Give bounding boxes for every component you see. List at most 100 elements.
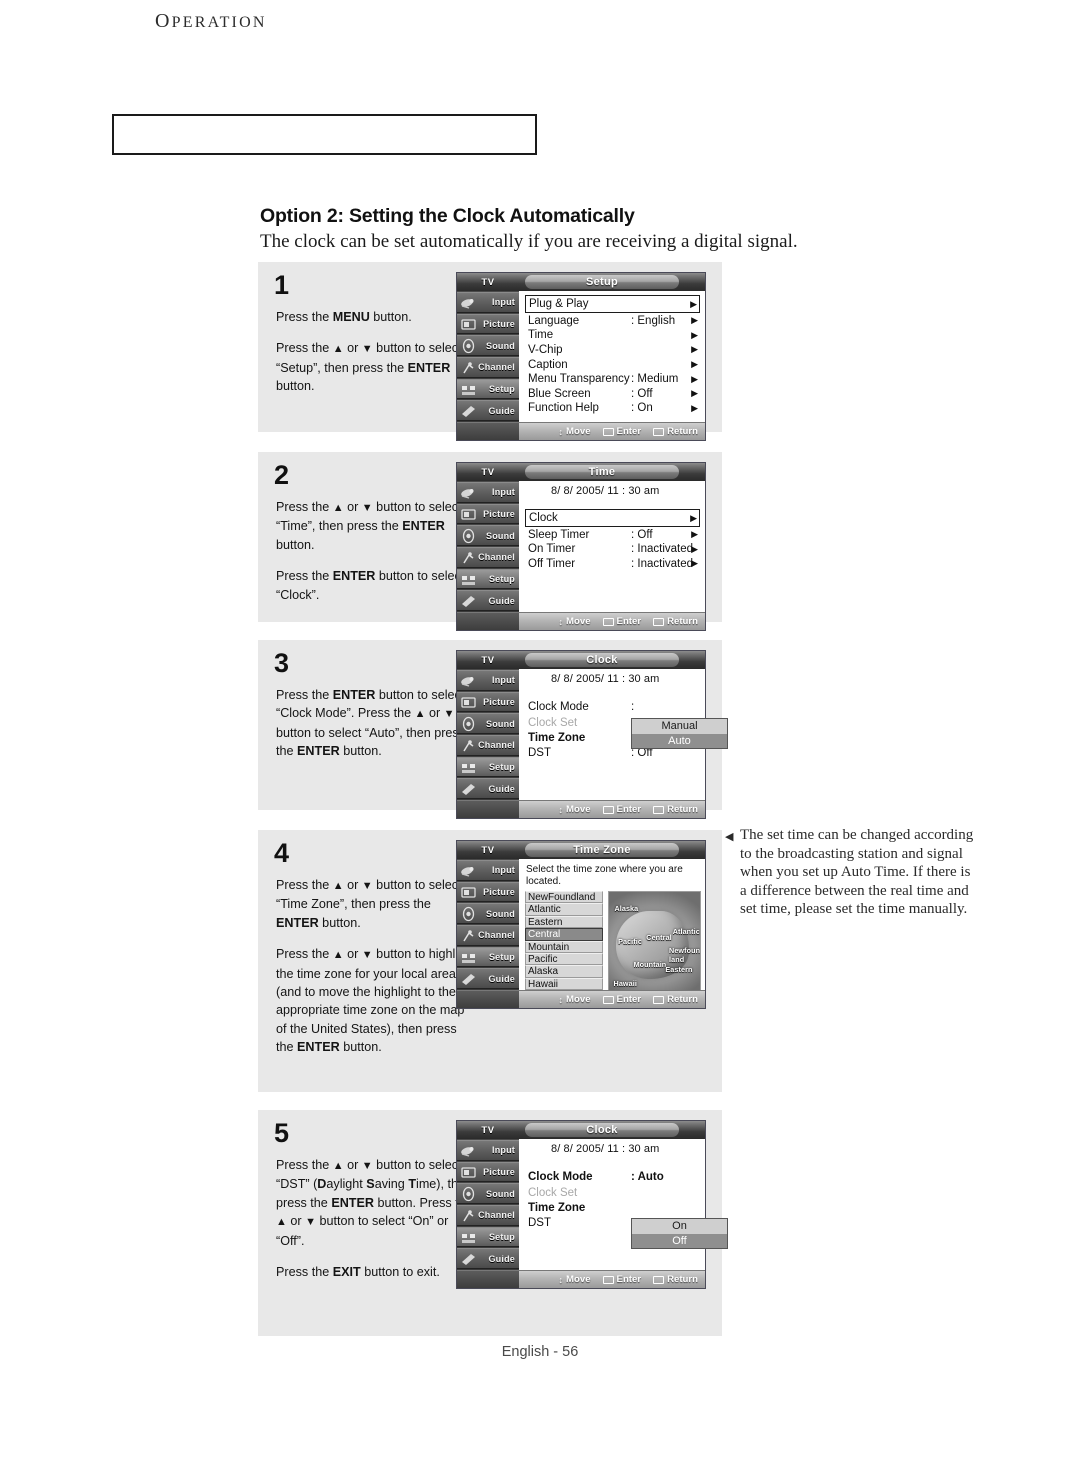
picture-icon: [461, 319, 476, 330]
menu-item-function-help[interactable]: Function Help : On ▶: [525, 401, 700, 416]
sidebar-item-sound[interactable]: Sound: [457, 1183, 519, 1204]
sidebar-item-setup[interactable]: Setup: [457, 568, 519, 590]
osd-title-pill: Time Zone: [525, 843, 679, 857]
dst-dropdown[interactable]: On Off: [631, 1218, 728, 1249]
sidebar-item-input[interactable]: Input: [457, 670, 519, 691]
chevron-right-icon: ▶: [691, 373, 698, 384]
menu-item-on-timer[interactable]: On Timer : Inactivated ▶: [525, 542, 700, 557]
timezone-option-hawaii[interactable]: Hawaii: [525, 977, 603, 991]
menu-item-menu-transparency[interactable]: Menu Transparency : Medium ▶: [525, 372, 700, 387]
timezone-option-mountain[interactable]: Mountain: [525, 940, 603, 953]
osd-footer: ↕ Move Enter Return: [457, 1270, 705, 1289]
timezone-option-eastern[interactable]: Eastern: [525, 915, 603, 929]
dropdown-option-on[interactable]: On: [632, 1219, 727, 1234]
sidebar-item-channel[interactable]: Channel: [457, 1205, 519, 1226]
timezone-option-alaska[interactable]: Alaska: [525, 965, 603, 978]
menu-item-caption[interactable]: Caption ▶: [525, 357, 700, 372]
chevron-right-icon: ▶: [691, 359, 698, 370]
osd-sidebar: Input Picture Sound Channel Setup Guide: [457, 481, 519, 613]
sidebar-item-channel[interactable]: Channel: [457, 357, 519, 378]
timezone-map: Alaska Pacific Central Atlantic Newfound…: [608, 891, 701, 996]
dropdown-option-manual[interactable]: Manual: [632, 719, 727, 734]
sidebar-item-sound[interactable]: Sound: [457, 335, 519, 356]
timezone-option-newfoundland[interactable]: NewFoundland: [525, 891, 603, 904]
menu-item-clock[interactable]: Clock ▶: [525, 509, 700, 527]
menu-item-label: Function Help: [528, 402, 599, 415]
sidebar-item-input[interactable]: Input: [457, 482, 519, 503]
input-icon: [461, 1147, 474, 1157]
map-label-central: Central: [646, 933, 672, 943]
osd-titlebar: TV Time: [457, 463, 705, 481]
timezone-option-atlantic[interactable]: Atlantic: [525, 903, 603, 916]
osd-time-menu[interactable]: TV Time Input Picture Sound Channel Setu…: [456, 462, 706, 632]
menu-item-clock-mode[interactable]: Clock Mode : Auto: [525, 1169, 700, 1185]
menu-item-plug-and-play[interactable]: Plug & Play ▶: [525, 295, 700, 313]
page-footer: English - 56: [501, 1344, 579, 1360]
sidebar-item-input[interactable]: Input: [457, 1140, 519, 1161]
sidebar-item-setup[interactable]: Setup: [457, 946, 519, 968]
menu-item-sleep-timer[interactable]: Sleep Timer : Off ▶: [525, 528, 700, 543]
menu-item-clock-mode[interactable]: Clock Mode :: [525, 699, 700, 715]
sidebar-item-channel[interactable]: Channel: [457, 735, 519, 756]
up-down-arrow-icon: ↕: [558, 1274, 564, 1285]
sidebar-item-setup[interactable]: Setup: [457, 378, 519, 400]
menu-item-label: V-Chip: [528, 343, 563, 356]
step-paragraph: Press the ▲ or ▼ button to select “Time”…: [276, 500, 462, 552]
sidebar-item-sound[interactable]: Sound: [457, 525, 519, 546]
menu-item-time[interactable]: Time ▶: [525, 328, 700, 343]
guide-icon: [462, 784, 475, 796]
menu-item-off-timer[interactable]: Off Timer : Inactivated ▶: [525, 557, 700, 572]
sidebar-item-guide[interactable]: Guide: [457, 400, 519, 421]
sidebar-item-guide[interactable]: Guide: [457, 968, 519, 989]
timezone-option-pacific[interactable]: Pacific: [525, 952, 603, 966]
dropdown-option-off[interactable]: Off: [632, 1233, 727, 1248]
guide-icon: [462, 596, 475, 608]
sidebar-item-picture[interactable]: Picture: [457, 313, 519, 335]
step-instructions: Press the ▲ or ▼ button to select “Time …: [276, 876, 476, 1057]
picture-icon: [461, 697, 476, 708]
sidebar-item-guide[interactable]: Guide: [457, 1248, 519, 1269]
sidebar-item-guide[interactable]: Guide: [457, 778, 519, 799]
osd-clock-dst-menu[interactable]: TV Clock Input Picture Sound Channel Set…: [456, 1120, 728, 1290]
sidebar-item-input[interactable]: Input: [457, 860, 519, 881]
menu-item-clock-set: Clock Set: [525, 1185, 700, 1201]
footer-return: Return: [653, 616, 698, 627]
sidebar-item-sound[interactable]: Sound: [457, 713, 519, 734]
osd-clock-menu[interactable]: TV Clock Input Picture Sound Channel Set…: [456, 650, 728, 820]
channel-icon: [463, 930, 474, 942]
footer-return: Return: [653, 1274, 698, 1285]
osd-timezone-menu[interactable]: TV Time Zone Input Picture Sound Channel…: [456, 840, 706, 1010]
clock-mode-dropdown[interactable]: Manual Auto: [631, 718, 728, 749]
sidebar-item-picture[interactable]: Picture: [457, 881, 519, 903]
sidebar-item-label: Input: [492, 675, 515, 686]
channel-icon: [463, 552, 474, 564]
osd-footer-notch: [457, 801, 519, 819]
sidebar-item-guide[interactable]: Guide: [457, 590, 519, 611]
sidebar-item-channel[interactable]: Channel: [457, 925, 519, 946]
osd-setup-menu[interactable]: TV Setup Input Picture Sound Channel Set…: [456, 272, 706, 442]
sidebar-item-sound[interactable]: Sound: [457, 903, 519, 924]
sidebar-item-picture[interactable]: Picture: [457, 1161, 519, 1183]
menu-item-v-chip[interactable]: V-Chip ▶: [525, 343, 700, 358]
channel-icon: [463, 362, 474, 374]
up-down-arrow-icon: ↕: [558, 804, 564, 815]
step-paragraph: Press the ▲ or ▼ button to select “DST” …: [276, 1158, 473, 1248]
sidebar-item-setup[interactable]: Setup: [457, 1226, 519, 1248]
map-label-pacific: Pacific: [618, 937, 642, 947]
menu-item-language[interactable]: Language : English ▶: [525, 314, 700, 329]
timezone-list[interactable]: NewFoundland Atlantic Eastern Central Mo…: [525, 891, 603, 996]
timezone-option-central[interactable]: Central: [525, 928, 603, 941]
return-key-icon: [653, 1275, 665, 1284]
sidebar-item-label: Guide: [488, 973, 515, 984]
sidebar-item-picture[interactable]: Picture: [457, 503, 519, 525]
sidebar-item-channel[interactable]: Channel: [457, 547, 519, 568]
menu-item-time-zone[interactable]: Time Zone: [525, 1201, 700, 1216]
sidebar-item-picture[interactable]: Picture: [457, 691, 519, 713]
sound-icon: [462, 529, 475, 544]
sidebar-item-setup[interactable]: Setup: [457, 756, 519, 778]
sidebar-item-input[interactable]: Input: [457, 292, 519, 313]
menu-item-blue-screen[interactable]: Blue Screen : Off ▶: [525, 386, 700, 401]
menu-item-label: Clock Mode: [528, 701, 589, 713]
dropdown-option-auto[interactable]: Auto: [632, 733, 727, 748]
map-label-hawaii: Hawaii: [613, 978, 637, 988]
